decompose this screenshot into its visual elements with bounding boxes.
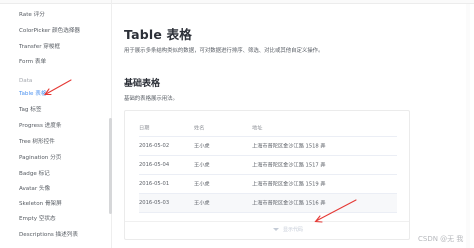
watermark: CSDN @无 我 [418, 235, 464, 243]
sidebar-item-skeleton[interactable]: Skeleton 骨架屏 [19, 201, 62, 208]
cell-address: 上海市普陀区金沙江路 1517 弄 [252, 162, 326, 169]
cell-name: 王小虎 [194, 200, 210, 207]
show-code-label: 显示代码 [283, 227, 304, 233]
data-table: 日期 姓名 地址 2016-05-02 王小虎 上海市普陀区金沙江路 1518 … [139, 119, 397, 213]
cell-address: 上海市普陀区金沙江路 1516 弄 [252, 200, 326, 207]
sidebar-scrollbar[interactable] [109, 118, 112, 214]
cell-date: 2016-05-04 [139, 162, 170, 168]
show-code-toggle[interactable]: 显示代码 [125, 221, 409, 239]
table-row[interactable]: 2016-05-04 王小虎 上海市普陀区金沙江路 1517 弄 [139, 156, 397, 175]
sidebar-nav: Rate 评分 ColorPicker 颜色选择器 Transfer 穿梭框 F… [0, 0, 112, 248]
cell-date: 2016-05-02 [139, 143, 170, 149]
demo-block: 日期 姓名 地址 2016-05-02 王小虎 上海市普陀区金沙江路 1518 … [124, 110, 410, 240]
table-header-row: 日期 姓名 地址 [139, 119, 397, 137]
sidebar-group-data: Data [19, 78, 33, 84]
sidebar-item-tree[interactable]: Tree 树形控件 [19, 139, 55, 146]
cell-date: 2016-05-03 [139, 200, 170, 206]
column-header-name[interactable]: 姓名 [194, 124, 204, 131]
table-row[interactable]: 2016-05-02 王小虎 上海市普陀区金沙江路 1518 弄 [139, 137, 397, 156]
sidebar-item-rate[interactable]: Rate 评分 [19, 12, 45, 19]
cell-name: 王小虎 [194, 181, 210, 188]
sidebar-item-progress[interactable]: Progress 进度条 [19, 123, 61, 130]
caret-down-icon [273, 228, 279, 231]
sidebar-item-pagination[interactable]: Pagination 分页 [19, 155, 61, 162]
page-scrollbar[interactable] [466, 4, 470, 248]
sidebar-item-empty[interactable]: Empty 空状态 [19, 216, 56, 223]
cell-address: 上海市普陀区金沙江路 1518 弄 [252, 143, 326, 150]
sidebar-item-colorpicker[interactable]: ColorPicker 颜色选择器 [19, 28, 80, 35]
table-row[interactable]: 2016-05-03 王小虎 上海市普陀区金沙江路 1516 弄 [139, 194, 397, 213]
cell-address: 上海市普陀区金沙江路 1519 弄 [252, 181, 326, 188]
section-title: 基础表格 [124, 79, 161, 89]
cell-name: 王小虎 [194, 162, 210, 169]
sidebar-item-form[interactable]: Form 表单 [19, 59, 46, 66]
sidebar-item-tag[interactable]: Tag 标签 [19, 107, 41, 114]
page-title: Table 表格 [124, 27, 193, 42]
column-header-address[interactable]: 地址 [252, 124, 262, 131]
sidebar-item-descriptions[interactable]: Descriptions 描述列表 [19, 232, 78, 239]
cell-name: 王小虎 [194, 143, 210, 150]
page-description: 用于展示多条结构类似的数据，可对数据进行排序、筛选、对比或其他自定义操作。 [124, 48, 324, 54]
sidebar-item-transfer[interactable]: Transfer 穿梭框 [19, 44, 60, 51]
column-header-date[interactable]: 日期 [139, 124, 149, 131]
cell-date: 2016-05-01 [139, 181, 170, 187]
sidebar-item-badge[interactable]: Badge 标记 [19, 171, 50, 178]
table-row[interactable]: 2016-05-01 王小虎 上海市普陀区金沙江路 1519 弄 [139, 175, 397, 194]
sidebar-item-avatar[interactable]: Avatar 头像 [19, 186, 50, 193]
section-description: 基础的表格展示用法。 [124, 96, 178, 102]
sidebar-item-table[interactable]: Table 表格 [19, 91, 46, 98]
